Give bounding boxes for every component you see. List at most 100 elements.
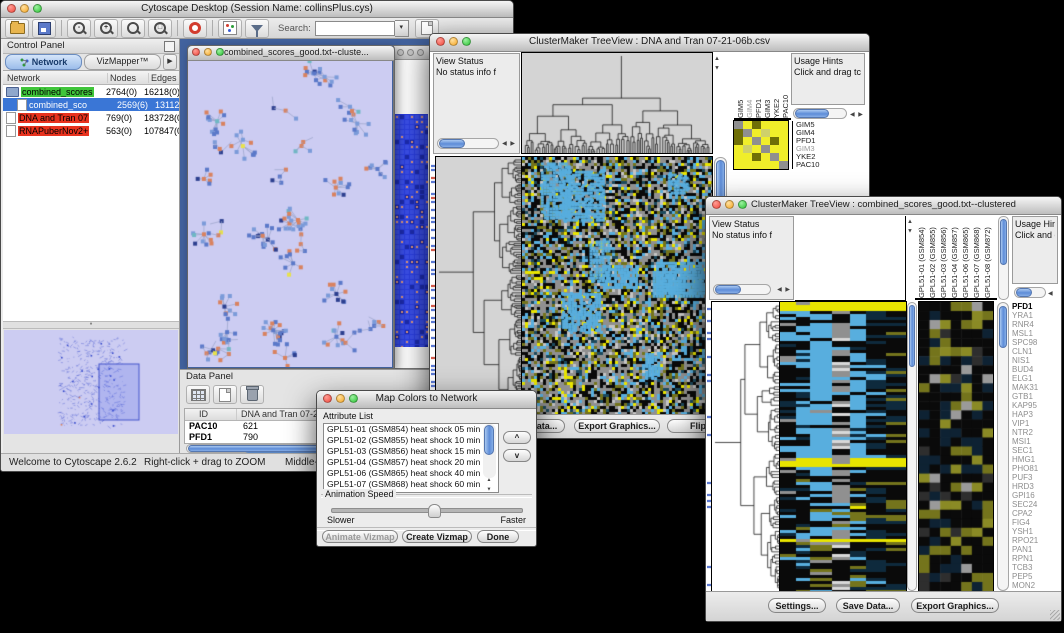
settings-button[interactable]: Settings... — [768, 598, 826, 613]
attribute-list-item[interactable]: GPL51-03 (GSM856) heat shock 15 min — [324, 446, 498, 457]
done-button[interactable]: Done — [477, 530, 519, 543]
gene-label[interactable]: VIP1 — [1012, 419, 1058, 428]
resize-grip[interactable] — [1050, 610, 1060, 620]
gene-label[interactable]: NIS1 — [1012, 356, 1058, 365]
network-canvas[interactable] — [188, 61, 392, 367]
gene-label[interactable]: FIG4 — [1012, 518, 1058, 527]
network-view-window-1[interactable]: combined_scores_good.txt--cluste... — [187, 45, 395, 369]
save-button[interactable] — [32, 19, 56, 38]
zoom-in-button[interactable]: + — [94, 19, 118, 38]
network-overview[interactable] — [4, 330, 178, 434]
gene-label[interactable]: HMG1 — [1012, 455, 1058, 464]
scroll-arrows[interactable]: ◀ — [1048, 290, 1054, 297]
view-status-scrollbar[interactable] — [713, 284, 771, 295]
genelist-vscrollbar[interactable] — [997, 302, 1009, 591]
close-button[interactable] — [397, 49, 404, 56]
label-vscrollbar[interactable] — [998, 216, 1009, 300]
delete-attribute-button[interactable] — [240, 385, 264, 404]
gene-label[interactable]: PFD1 — [1012, 302, 1058, 311]
network-table-header[interactable]: Network Nodes Edges — [3, 71, 179, 85]
tab-vizmapper[interactable]: VizMapper™ — [84, 54, 161, 70]
gene-label[interactable]: MON2 — [1012, 581, 1058, 590]
column-dendrogram[interactable] — [522, 53, 712, 153]
zoom-heatmap[interactable] — [919, 302, 993, 591]
dense-network-canvas[interactable] — [394, 114, 428, 347]
gene-label[interactable]: CLN1 — [1012, 347, 1058, 356]
gene-label[interactable]: KAP95 — [1012, 401, 1058, 410]
gene-label[interactable]: TCB3 — [1012, 563, 1058, 572]
gene-label[interactable]: BUD4 — [1012, 365, 1058, 374]
gene-label[interactable]: NTR2 — [1012, 428, 1058, 437]
attribute-list-item[interactable]: GPL51-01 (GSM854) heat shock 05 min — [324, 424, 498, 435]
export-graphics-button[interactable]: Export Graphics... — [574, 419, 660, 433]
gene-label[interactable]: GPI16 — [1012, 491, 1058, 500]
save-data-button[interactable]: Save Data... — [836, 598, 900, 613]
usage-hints-scrollbar[interactable] — [1014, 287, 1046, 298]
gene-label[interactable]: PAC10 — [796, 161, 866, 169]
network-row-combined-scores[interactable]: combined_scores 2764(0) 16218(0) — [3, 85, 179, 98]
scroll-arrows[interactable]: ◀ ▶ — [502, 140, 516, 147]
gene-label[interactable]: MSI1 — [1012, 437, 1058, 446]
attribute-select-button[interactable] — [186, 385, 210, 404]
gene-label[interactable]: MAK31 — [1012, 383, 1058, 392]
search-input[interactable] — [315, 21, 395, 36]
gene-label[interactable]: GTB1 — [1012, 392, 1058, 401]
zoom-fit-button[interactable]: □ — [148, 19, 172, 38]
global-heatmap[interactable] — [522, 157, 712, 415]
move-down-button[interactable]: v — [503, 449, 531, 462]
help-button[interactable] — [183, 19, 207, 38]
filter-button[interactable] — [245, 19, 269, 38]
search-dropdown-button[interactable]: ▾ — [395, 20, 409, 37]
zoom-button[interactable] — [417, 49, 424, 56]
gene-label[interactable]: SEC24 — [1012, 500, 1058, 509]
scroll-arrows[interactable]: ◀ ▶ — [777, 286, 791, 293]
network-view-window-2[interactable] — [393, 45, 431, 369]
zoom-selected-button[interactable] — [121, 19, 145, 38]
move-up-button[interactable]: ^ — [503, 431, 531, 444]
gene-label[interactable]: PAN1 — [1012, 545, 1058, 554]
gene-label[interactable]: RNR4 — [1012, 320, 1058, 329]
attribute-list-scrollbar[interactable] — [483, 424, 496, 478]
heatmap-vscrollbar[interactable] — [907, 302, 917, 591]
panel-splitter[interactable]: ● — [3, 322, 179, 329]
gene-label[interactable]: SPC98 — [1012, 338, 1058, 347]
create-vizmap-button[interactable]: Create Vizmap — [402, 530, 472, 543]
main-titlebar[interactable]: Cytoscape Desktop (Session Name: collins… — [1, 1, 513, 18]
list-scroll-arrows[interactable]: ▲ ▼ — [486, 477, 492, 493]
gene-label[interactable]: PUF3 — [1012, 473, 1058, 482]
zoom-out-button[interactable]: - — [67, 19, 91, 38]
similarity-heatmap[interactable] — [734, 121, 788, 169]
slider-thumb[interactable] — [428, 504, 441, 518]
gene-label[interactable]: PEP5 — [1012, 572, 1058, 581]
view-status-scrollbar[interactable] — [437, 138, 499, 149]
gene-label[interactable]: HAP3 — [1012, 410, 1058, 419]
new-attribute-button[interactable] — [213, 385, 237, 404]
gene-label[interactable]: RPO21 — [1012, 536, 1058, 545]
animate-vizmap-button[interactable]: Animate Vizmap — [322, 530, 398, 543]
float-panel-icon[interactable] — [164, 41, 175, 52]
gene-label[interactable]: SEC1 — [1012, 446, 1058, 455]
global-heatmap[interactable] — [780, 302, 906, 591]
treeview-dna-titlebar[interactable]: ClusterMaker TreeView : DNA and Tran 07-… — [430, 34, 869, 52]
attribute-list-item[interactable]: GPL51-02 (GSM855) heat shock 10 min — [324, 435, 498, 446]
gene-label[interactable]: CPA2 — [1012, 509, 1058, 518]
attribute-list-item[interactable]: GPL51-04 (GSM857) heat shock 20 min — [324, 457, 498, 468]
vizmapper-button[interactable] — [218, 19, 242, 38]
gene-label[interactable]: PHO81 — [1012, 464, 1058, 473]
gene-label[interactable]: HRD3 — [1012, 482, 1058, 491]
network-row-selected[interactable]: combined_sco 2569(6) 13112(15) — [3, 98, 179, 111]
usage-hints-scrollbar[interactable] — [793, 108, 847, 119]
animation-speed-slider[interactable] — [331, 508, 523, 513]
row-dendrogram[interactable] — [712, 302, 780, 591]
gene-label[interactable]: ELG1 — [1012, 374, 1058, 383]
export-graphics-button[interactable]: Export Graphics... — [911, 598, 999, 613]
tree-scroll-arrows[interactable]: ▲ ▼ — [714, 56, 720, 73]
attribute-list-item[interactable]: GPL51-06 (GSM865) heat shock 40 min — [324, 468, 498, 479]
gene-label[interactable]: RPN1 — [1012, 554, 1058, 563]
zoom-button[interactable] — [216, 48, 224, 56]
tab-network[interactable]: Network — [5, 54, 82, 70]
scroll-arrows[interactable]: ◀ ▶ — [850, 111, 864, 118]
tab-overflow-button[interactable]: ▶ — [163, 54, 177, 70]
network-row-dna-tran[interactable]: DNA and Tran 07 769(0) 183728(0) — [3, 111, 179, 124]
gene-label[interactable]: YSH1 — [1012, 527, 1058, 536]
